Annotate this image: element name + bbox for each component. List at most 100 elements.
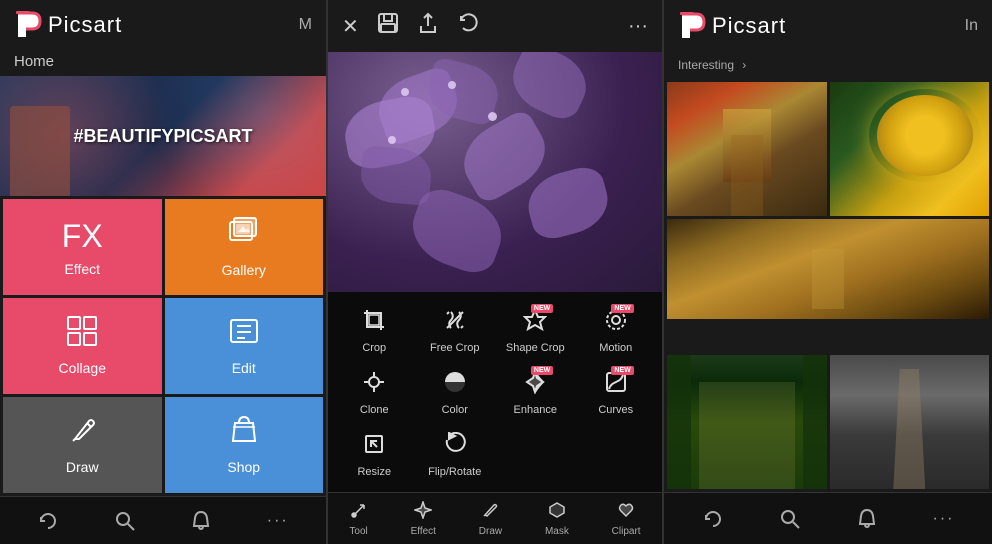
home-bottom-nav: ··· (0, 496, 326, 544)
tile-edit[interactable]: Edit (165, 298, 324, 394)
nav-more-btn[interactable]: ··· (259, 504, 297, 538)
picsart-logo-icon-3 (678, 12, 706, 40)
banner: #BEAUTIFYPICSART (0, 76, 326, 196)
editor-bottom-nav: Tool Effect Draw Mask (328, 492, 662, 544)
draw-label: Draw (66, 459, 99, 475)
tools-grid: Crop Free Crop NEW (336, 302, 654, 484)
shape-crop-label: Shape Crop (506, 342, 565, 354)
explore-bottom-nav: ··· (664, 492, 992, 544)
tool-crop[interactable]: Crop (336, 302, 413, 360)
enhance-icon: NEW (523, 370, 547, 400)
tool-enhance[interactable]: NEW Enhance (497, 364, 574, 422)
color-icon (443, 370, 467, 400)
banner-text: #BEAUTIFYPICSART (73, 126, 252, 147)
tile-collage[interactable]: Collage (3, 298, 162, 394)
interesting-title: Interesting (678, 58, 734, 72)
resize-icon (362, 432, 386, 462)
color-label: Color (442, 404, 468, 416)
tool-color[interactable]: Color (417, 364, 494, 422)
tool-resize[interactable]: Resize (336, 426, 413, 484)
editor-tab-tool[interactable]: Tool (349, 501, 367, 537)
banner-figure (10, 106, 70, 196)
curves-icon: NEW (604, 370, 628, 400)
editor-tab-draw[interactable]: Draw (479, 501, 502, 537)
tool-clone[interactable]: Clone (336, 364, 413, 422)
flip-rotate-icon (443, 432, 467, 462)
photo-grid (664, 79, 992, 492)
nav-refresh-btn[interactable] (29, 502, 67, 540)
photo-autumn-road[interactable] (667, 82, 827, 216)
shop-label: Shop (227, 459, 260, 475)
resize-label: Resize (357, 466, 391, 478)
photo-rails[interactable] (830, 355, 990, 489)
interesting-arrow: › (742, 58, 746, 72)
editor-header: ✕ ··· (328, 0, 662, 52)
explore-nav-bell-btn[interactable] (848, 500, 886, 538)
curves-new-badge: NEW (611, 366, 633, 375)
motion-label: Motion (599, 342, 632, 354)
enhance-label: Enhance (514, 404, 557, 416)
flip-rotate-label: Flip/Rotate (428, 466, 481, 478)
explore-nav-more-btn[interactable]: ··· (925, 502, 963, 536)
draw-tab-label: Draw (479, 526, 502, 537)
draw-tab-icon (481, 501, 499, 524)
tool-curves[interactable]: NEW Curves (578, 364, 655, 422)
explore-section-title[interactable]: Interesting › (664, 52, 992, 79)
tools-overlay: Crop Free Crop NEW (328, 292, 662, 492)
curves-label: Curves (598, 404, 633, 416)
tool-flip-rotate[interactable]: Flip/Rotate (417, 426, 494, 484)
tool-shape-crop[interactable]: NEW Shape Crop (497, 302, 574, 360)
edit-label: Edit (232, 360, 256, 376)
editor-close-btn[interactable]: ✕ (342, 14, 359, 39)
photo-sunflower[interactable] (830, 82, 990, 216)
tiles-grid: FX Effect Gallery (0, 196, 326, 496)
header-extra-1: M (299, 16, 312, 34)
effect-icon: FX (62, 218, 103, 255)
tool-free-crop[interactable]: Free Crop (417, 302, 494, 360)
tool-tab-icon (350, 501, 368, 524)
clipart-tab-label: Clipart (612, 526, 641, 537)
home-header: Picsart M (0, 0, 326, 49)
gallery-icon (228, 216, 260, 256)
clone-label: Clone (360, 404, 389, 416)
effect-tab-label: Effect (411, 526, 436, 537)
collage-label: Collage (59, 360, 106, 376)
nav-bell-btn[interactable] (182, 502, 220, 540)
tool-tab-label: Tool (349, 526, 367, 537)
clone-icon (362, 370, 386, 400)
editor-tab-mask[interactable]: Mask (545, 501, 569, 537)
photo-forest[interactable] (667, 355, 827, 489)
clipart-tab-icon (617, 501, 635, 524)
editor-share-btn[interactable] (417, 12, 439, 40)
mask-tab-icon (548, 501, 566, 524)
explore-panel: Picsart In Interesting › (664, 0, 992, 544)
hydrangea-photo (328, 52, 662, 292)
free-crop-label: Free Crop (430, 342, 480, 354)
explore-nav-search-btn[interactable] (771, 500, 809, 538)
app-title-1: Picsart (48, 12, 122, 38)
editor-tab-effect[interactable]: Effect (411, 501, 436, 537)
editor-tab-clipart[interactable]: Clipart (612, 501, 641, 537)
effect-label: Effect (64, 261, 100, 277)
tile-effect[interactable]: FX Effect (3, 199, 162, 295)
tile-draw[interactable]: Draw (3, 397, 162, 493)
picsart-logo-icon (14, 11, 42, 39)
explore-header-extra: In (965, 17, 978, 35)
editor-panel: ✕ ··· (328, 0, 664, 544)
crop-icon (362, 308, 386, 338)
editor-undo-btn[interactable] (457, 12, 479, 40)
tool-motion[interactable]: NEW Motion (578, 302, 655, 360)
photo-golden-path[interactable] (667, 219, 989, 319)
gallery-label: Gallery (222, 262, 266, 278)
tile-gallery[interactable]: Gallery (165, 199, 324, 295)
editor-save-btn[interactable] (377, 12, 399, 40)
nav-search-btn[interactable] (106, 502, 144, 540)
tile-shop[interactable]: Shop (165, 397, 324, 493)
photo-area (328, 52, 662, 292)
explore-nav-refresh-btn[interactable] (694, 500, 732, 538)
editor-more-btn[interactable]: ··· (628, 15, 648, 38)
enhance-new-badge: NEW (531, 366, 553, 375)
motion-icon: NEW (604, 308, 628, 338)
edit-icon (229, 316, 259, 354)
home-panel: Picsart M Home #BEAUTIFYPICSART FX Effec… (0, 0, 328, 544)
